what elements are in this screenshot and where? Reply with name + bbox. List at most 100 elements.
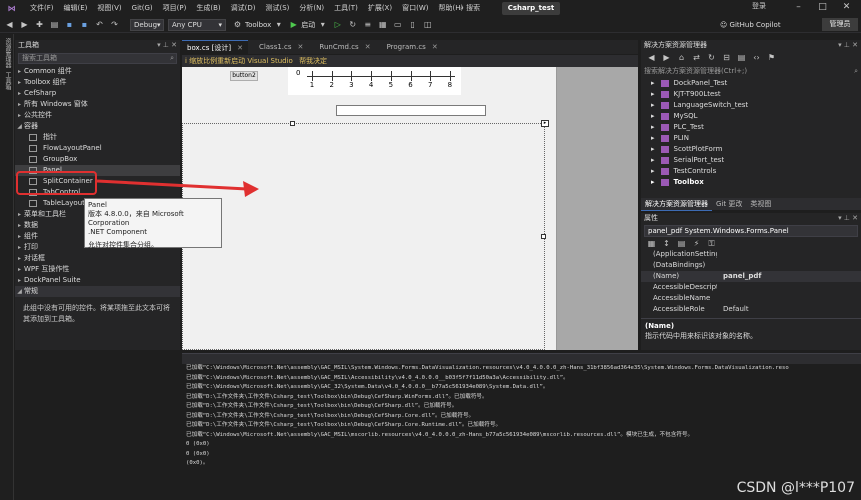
minimize-button[interactable]: – — [786, 0, 811, 15]
editor-tab[interactable]: Program.cs ✕ — [382, 40, 443, 54]
events-icon[interactable]: ⚡ — [691, 238, 702, 249]
toolbox-category[interactable]: ▸ 对话框 — [15, 253, 180, 264]
sync-icon[interactable]: ⇄ — [691, 52, 702, 63]
menu-item[interactable]: 测试(S) — [260, 0, 294, 17]
start-icon[interactable]: ▶ — [288, 19, 299, 30]
search-button[interactable]: ⌕ 搜索 — [460, 2, 500, 15]
close-icon[interactable]: ✕ — [298, 43, 304, 51]
save-all-icon[interactable]: ▪ — [79, 19, 90, 30]
property-pages-icon[interactable]: ⚿ — [706, 238, 717, 249]
solution-tab[interactable]: 类视图 — [746, 198, 775, 210]
start-button[interactable]: 启动 — [301, 20, 315, 30]
menu-item[interactable]: 项目(P) — [158, 0, 192, 17]
textbox-control[interactable] — [336, 105, 486, 116]
menu-item[interactable]: 分析(N) — [294, 0, 329, 17]
property-row[interactable]: (Name) panel_pdf — [641, 271, 861, 282]
smart-tag-icon[interactable]: ▸ — [541, 120, 549, 127]
toolbox-category[interactable]: ▸ DockPanel Suite — [15, 275, 180, 286]
panel-pin-icon[interactable]: ▾ ⊥ ✕ — [838, 40, 861, 51]
refresh-icon[interactable]: ↻ — [706, 52, 717, 63]
property-value[interactable]: Default — [717, 304, 749, 315]
hot-reload-icon[interactable]: ↻ — [347, 19, 358, 30]
copilot-button[interactable]: ☺ GitHub Copilot — [720, 17, 781, 33]
solution-item[interactable]: ▸ SerialPort_test — [641, 155, 861, 166]
platform-select[interactable]: Any CPU ▾ — [168, 18, 226, 31]
property-row[interactable]: (DataBindings) — [641, 260, 861, 271]
solution-explorer-side-tab[interactable]: 资源管理器 — [3, 38, 12, 68]
panel-pin-icon[interactable]: ▾ ⊥ ✕ — [157, 40, 180, 51]
toolbox-control[interactable]: 指针 — [15, 132, 180, 143]
show-all-icon[interactable]: ▤ — [736, 52, 747, 63]
properties-icon[interactable]: ▤ — [676, 238, 687, 249]
back-icon[interactable]: ◀ — [646, 52, 657, 63]
forward-icon[interactable]: ▶ — [661, 52, 672, 63]
solution-tab[interactable]: 解决方案资源管理器 — [641, 198, 712, 211]
solution-tab[interactable]: Git 更改 — [712, 198, 746, 210]
toolbox-control[interactable]: GroupBox — [15, 154, 180, 165]
maximize-button[interactable]: □ — [810, 0, 835, 15]
config-select[interactable]: Debug ▾ — [130, 18, 164, 31]
undo-icon[interactable]: ↶ — [94, 19, 105, 30]
menu-item[interactable]: 生成(B) — [191, 0, 225, 17]
menu-item[interactable]: 窗口(W) — [397, 0, 433, 17]
resize-handle[interactable] — [541, 234, 546, 239]
grid-icon[interactable]: ▦ — [377, 19, 388, 30]
chevron-down-icon[interactable]: ▾ — [317, 19, 328, 30]
menu-item[interactable]: 扩展(X) — [363, 0, 397, 17]
collapse-icon[interactable]: ⊟ — [721, 52, 732, 63]
toolbox-category[interactable]: ▸ Toolbox 组件 — [15, 77, 180, 88]
properties-icon[interactable]: ⚑ — [766, 52, 777, 63]
start-without-debug-icon[interactable]: ▷ — [332, 19, 343, 30]
solution-item[interactable]: ▸ ScottPlotForm — [641, 144, 861, 155]
editor-tab[interactable]: Class1.cs ✕ — [254, 40, 308, 54]
layout-icon[interactable]: ◫ — [422, 19, 433, 30]
toolbox-category[interactable]: ◢ 容器 — [15, 121, 180, 132]
close-icon[interactable]: ✕ — [237, 44, 243, 52]
back-icon[interactable]: ◀ — [4, 19, 15, 30]
toolbox-category[interactable]: ▸ CefSharp — [15, 88, 180, 99]
property-row[interactable]: AccessibleName — [641, 293, 861, 304]
solution-item[interactable]: ▸ PLIN — [641, 133, 861, 144]
properties-object-select[interactable]: panel_pdf System.Windows.Forms.Panel — [644, 225, 858, 237]
open-folder-icon[interactable]: ▤ — [49, 19, 60, 30]
solution-item[interactable]: ▸ PLC_Test — [641, 122, 861, 133]
button2-control[interactable]: button2 — [230, 71, 258, 81]
toolbox-side-tab[interactable]: 工具箱 — [3, 72, 12, 90]
resize-handle[interactable] — [290, 121, 295, 126]
chevron-down-icon[interactable]: ▾ — [273, 19, 284, 30]
toolbox-category[interactable]: ◢ 常规 — [15, 286, 180, 297]
toolbox-category[interactable]: ▸ WPF 互操作性 — [15, 264, 180, 275]
solution-item[interactable]: ▸ TestControls — [641, 166, 861, 177]
solution-item[interactable]: ▸ Toolbox — [641, 177, 861, 188]
toolbox-category[interactable]: ▸ Common 组件 — [15, 66, 180, 77]
align-icon[interactable]: ≡ — [362, 19, 373, 30]
property-value[interactable] — [717, 260, 723, 271]
menu-item[interactable]: 工具(T) — [329, 0, 363, 17]
property-value[interactable] — [717, 293, 723, 304]
solution-item[interactable]: ▸ DockPanel_Test — [641, 78, 861, 89]
code-icon[interactable]: ‹› — [751, 52, 762, 63]
solution-item[interactable]: ▸ LanguageSwitch_test — [641, 100, 861, 111]
editor-tab[interactable]: box.cs [设计] ✕ — [182, 40, 248, 54]
property-value[interactable]: panel_pdf — [717, 271, 761, 282]
login-button[interactable]: 登录 — [752, 1, 766, 11]
new-item-icon[interactable]: ✚ — [34, 19, 45, 30]
close-window-button[interactable]: ✕ — [834, 0, 859, 15]
forward-icon[interactable]: ▶ — [19, 19, 30, 30]
solution-search-input[interactable]: 搜索解决方案资源管理器(Ctrl+;) ⌕ — [644, 66, 858, 76]
solution-item[interactable]: ▸ MySQL — [641, 111, 861, 122]
toolbox-category[interactable]: ▸ 所有 Windows 窗体 — [15, 99, 180, 110]
home-icon[interactable]: ⌂ — [676, 52, 687, 63]
menu-item[interactable]: 视图(V) — [92, 0, 126, 17]
close-icon[interactable]: ✕ — [432, 43, 438, 51]
menu-item[interactable]: 调试(D) — [226, 0, 261, 17]
help-decide-link[interactable]: 帮我决定 — [299, 57, 327, 65]
editor-tab[interactable]: RunCmd.cs ✕ — [314, 40, 375, 54]
save-icon[interactable]: ▪ — [64, 19, 75, 30]
layout-icon[interactable]: ▯ — [407, 19, 418, 30]
toolbox-startup-label[interactable]: Toolbox — [245, 21, 271, 29]
layout-icon[interactable]: ▭ — [392, 19, 403, 30]
property-row[interactable]: AccessibleDescriptor — [641, 282, 861, 293]
panel-pin-icon[interactable]: ▾ ⊥ ✕ — [838, 213, 861, 224]
toolbox-search-input[interactable]: 搜索工具箱 ⌕ — [18, 53, 177, 64]
